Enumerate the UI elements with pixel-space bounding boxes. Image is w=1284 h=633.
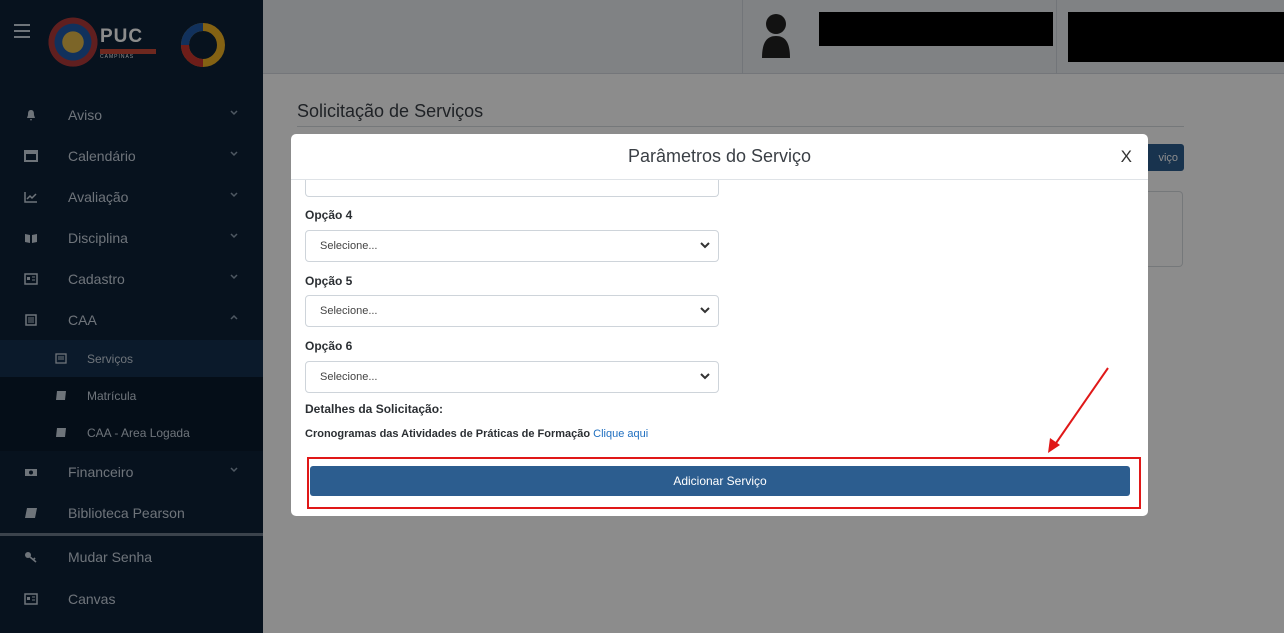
option-4-label: Opção 4 (305, 208, 353, 222)
service-parameters-modal: Parâmetros do Serviço X Opção 4 Selecion… (291, 134, 1148, 516)
option-4-select[interactable]: Selecione... (305, 230, 719, 262)
option-5-select[interactable]: Selecione... (305, 295, 719, 327)
annotation-highlight-box (307, 457, 1141, 509)
schedule-line: Cronogramas das Atividades de Práticas d… (305, 428, 648, 440)
modal-header: Parâmetros do Serviço X (291, 134, 1148, 180)
schedule-text: Cronogramas das Atividades de Práticas d… (305, 428, 591, 440)
request-details-label: Detalhes da Solicitação: (305, 402, 444, 416)
option-6-select[interactable]: Selecione... (305, 361, 719, 393)
option-5-value: Selecione... (320, 305, 378, 317)
close-button[interactable]: X (1121, 147, 1132, 167)
option-6-label: Opção 6 (305, 339, 353, 353)
option-5-label: Opção 5 (305, 274, 353, 288)
chevron-down-icon (700, 242, 710, 249)
chevron-down-icon (700, 373, 710, 380)
schedule-link[interactable]: Clique aqui (593, 428, 648, 440)
chevron-down-icon (700, 307, 710, 314)
option-6-value: Selecione... (320, 371, 378, 383)
option-3-select[interactable] (305, 180, 719, 197)
option-4-value: Selecione... (320, 240, 378, 252)
modal-title: Parâmetros do Serviço (627, 146, 812, 166)
